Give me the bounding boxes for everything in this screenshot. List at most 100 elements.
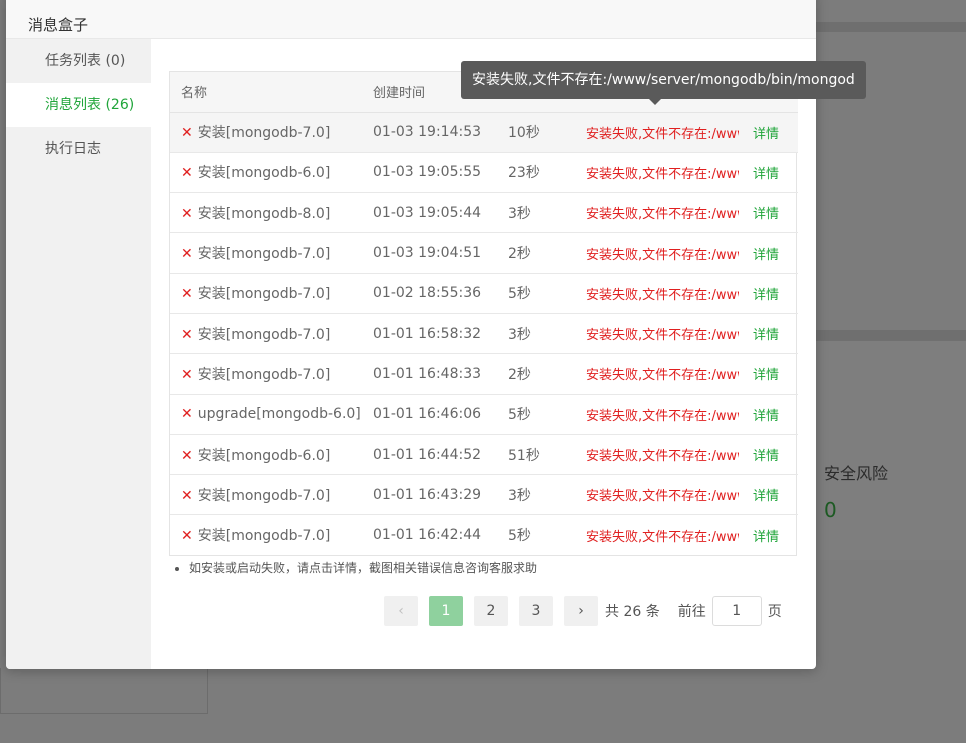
- table-row: ✕ 安装[mongodb-7.0] 01-01 16:42:44 5秒 安装失败,文件不…: [170, 515, 798, 555]
- page-1-button[interactable]: 1: [429, 596, 463, 626]
- row-status: 安装失败,文件不存在:/www/server/mongodb/bin/mongo…: [575, 434, 739, 476]
- table-row: ✕ 安装[mongodb-7.0] 01-03 19:04:51 2秒 安装失败,文件不…: [170, 232, 798, 274]
- row-name: 安装[mongodb-7.0]: [197, 246, 331, 263]
- row-detail-link[interactable]: 详情: [739, 515, 798, 555]
- sidebar-item-messages[interactable]: 消息列表 (26): [6, 83, 151, 127]
- row-detail-link[interactable]: 详情: [739, 152, 798, 194]
- table-row: ✕ 安装[mongodb-6.0] 01-03 19:05:55 23秒 安装失败,文件…: [170, 152, 798, 194]
- row-name-cell: ✕ 安装[mongodb-6.0]: [170, 152, 362, 194]
- row-duration: 3秒: [497, 192, 575, 234]
- row-detail-link[interactable]: 详情: [739, 394, 798, 435]
- row-name-cell: ✕ upgrade[mongodb-6.0]: [170, 394, 362, 435]
- bg-left-panel: [0, 668, 208, 714]
- row-time: 01-03 19:05:55: [362, 152, 497, 194]
- table-row: ✕ 安装[mongodb-8.0] 01-03 19:05:44 3秒 安装失败,文件不…: [170, 192, 798, 234]
- bg-divider: [816, 22, 966, 32]
- error-x-icon: ✕: [181, 326, 193, 343]
- row-time: 01-02 18:55:36: [362, 273, 497, 314]
- row-time: 01-01 16:58:32: [362, 313, 497, 355]
- row-name-cell: ✕ 安装[mongodb-7.0]: [170, 474, 362, 516]
- row-status: 安装失败,文件不存在:/www/server/mongodb/bin/mongo…: [575, 313, 739, 355]
- row-name: 安装[mongodb-6.0]: [197, 447, 331, 464]
- row-detail-link[interactable]: 详情: [739, 232, 798, 274]
- row-duration: 10秒: [497, 112, 575, 153]
- message-table: 名称 创建时间 ✕ 安装[mongodb-7.0] 01-03 19:14:53 10…: [169, 71, 798, 557]
- error-x-icon: ✕: [181, 528, 193, 545]
- row-detail-link[interactable]: 详情: [739, 353, 798, 395]
- bg-security-card: [816, 340, 966, 560]
- row-duration: 2秒: [497, 353, 575, 395]
- row-status: 安装失败,文件不存在:/www/server/mongodb/bin/mongo…: [575, 112, 739, 153]
- row-duration: 5秒: [497, 394, 575, 435]
- row-time: 01-01 16:48:33: [362, 353, 497, 395]
- pagination-goto-label: 前往: [677, 604, 706, 620]
- error-x-icon: ✕: [181, 286, 193, 303]
- row-name: 安装[mongodb-7.0]: [197, 326, 331, 343]
- header-name: 名称: [170, 72, 362, 113]
- modal-content: 名称 创建时间 ✕ 安装[mongodb-7.0] 01-03 19:14:53 10…: [151, 39, 816, 669]
- page-jump-input[interactable]: [711, 596, 762, 626]
- row-name-cell: ✕ 安装[mongodb-7.0]: [170, 232, 362, 274]
- page-2-button[interactable]: 2: [474, 596, 508, 626]
- table-row: ✕ 安装[mongodb-7.0] 01-02 18:55:36 5秒 安装失败,文件不…: [170, 273, 798, 314]
- table-row: ✕ 安装[mongodb-7.0] 01-01 16:58:32 3秒 安装失败,文件不…: [170, 313, 798, 355]
- row-name-cell: ✕ 安装[mongodb-6.0]: [170, 434, 362, 476]
- modal-title: 消息盒子: [28, 16, 89, 34]
- sidebar-item-logs[interactable]: 执行日志: [6, 127, 151, 171]
- status-tooltip: 安装失败,文件不存在:/www/server/mongodb/bin/mongo…: [461, 61, 866, 99]
- row-detail-link[interactable]: 详情: [739, 313, 798, 355]
- tooltip-arrow: [649, 99, 661, 105]
- bg-security-risk-value: 0: [824, 498, 837, 522]
- row-time: 01-01 16:46:06: [362, 394, 497, 435]
- row-detail-link[interactable]: 详情: [739, 112, 798, 153]
- error-x-icon: ✕: [181, 205, 193, 222]
- table-row: ✕ 安装[mongodb-7.0] 01-03 19:14:53 10秒 安装失败,文件…: [170, 112, 798, 153]
- row-name-cell: ✕ 安装[mongodb-7.0]: [170, 273, 362, 314]
- error-x-icon: ✕: [181, 246, 193, 263]
- row-detail-link[interactable]: 详情: [739, 192, 798, 234]
- pagination-total: 共 26 条: [605, 604, 660, 620]
- row-status: 安装失败,文件不存在:/www/server/mongodb/bin/mongo…: [575, 394, 739, 435]
- row-status: 安装失败,文件不存在:/www/server/mongodb/bin/mongo…: [575, 273, 739, 314]
- error-x-icon: ✕: [181, 366, 193, 383]
- sidebar-item-tasks[interactable]: 任务列表 (0): [6, 39, 151, 83]
- next-page-button[interactable]: ›: [564, 596, 598, 626]
- row-duration: 3秒: [497, 313, 575, 355]
- row-status: 安装失败,文件不存在:/www/server/mongodb/bin/mongo…: [575, 192, 739, 234]
- row-detail-link[interactable]: 详情: [739, 273, 798, 314]
- row-duration: 2秒: [497, 232, 575, 274]
- help-note-text: 如安装或启动失败，请点击详情，截图相关错误信息咨询客服求助: [189, 561, 538, 575]
- error-x-icon: ✕: [181, 487, 193, 504]
- table-row: ✕ 安装[mongodb-7.0] 01-01 16:43:29 3秒 安装失败,文件不…: [170, 474, 798, 516]
- table-row: ✕ 安装[mongodb-6.0] 01-01 16:44:52 51秒 安装失败,文件…: [170, 434, 798, 476]
- prev-page-button[interactable]: ‹: [384, 596, 418, 626]
- row-status: 安装失败,文件不存在:/www/server/mongodb/bin/mongo…: [575, 353, 739, 395]
- bg-security-risk-label: 安全风险: [824, 464, 889, 483]
- row-name: 安装[mongodb-6.0]: [197, 165, 331, 182]
- row-time: 01-03 19:04:51: [362, 232, 497, 274]
- row-duration: 51秒: [497, 434, 575, 476]
- row-name: 安装[mongodb-7.0]: [197, 286, 331, 303]
- row-time: 01-03 19:14:53: [362, 112, 497, 153]
- row-time: 01-01 16:43:29: [362, 474, 497, 516]
- pagination: ‹ 1 2 3 › 共 26 条 前往 页: [384, 596, 782, 626]
- modal-header: 消息盒子: [6, 0, 816, 39]
- row-time: 01-03 19:05:44: [362, 192, 497, 234]
- table-row: ✕ upgrade[mongodb-6.0] 01-01 16:46:06 5秒 安装失…: [170, 394, 798, 435]
- row-status: 安装失败,文件不存在:/www/server/mongodb/bin/mongo…: [586, 529, 739, 545]
- page-3-button[interactable]: 3: [519, 596, 553, 626]
- row-time: 01-01 16:44:52: [362, 434, 497, 476]
- message-box-modal: 消息盒子 任务列表 (0) 消息列表 (26) 执行日志 名称 创建时间 ✕ 安…: [6, 0, 816, 669]
- row-status: 安装失败,文件不存在:/www/server/mongodb/bin/mongo…: [575, 474, 739, 516]
- row-detail-link[interactable]: 详情: [739, 434, 798, 476]
- help-note: 如安装或启动失败，请点击详情，截图相关错误信息咨询客服求助: [175, 559, 537, 576]
- bg-divider: [816, 330, 966, 340]
- table-row: ✕ 安装[mongodb-7.0] 01-01 16:48:33 2秒 安装失败,文件不…: [170, 353, 798, 395]
- row-detail-link[interactable]: 详情: [739, 474, 798, 516]
- row-name: 安装[mongodb-8.0]: [197, 205, 331, 222]
- row-name: 安装[mongodb-7.0]: [197, 366, 331, 383]
- row-duration: 5秒: [497, 273, 575, 314]
- row-time: 01-01 16:42:44: [373, 527, 482, 544]
- error-x-icon: ✕: [181, 447, 193, 464]
- row-name-cell: ✕ 安装[mongodb-7.0]: [170, 112, 362, 153]
